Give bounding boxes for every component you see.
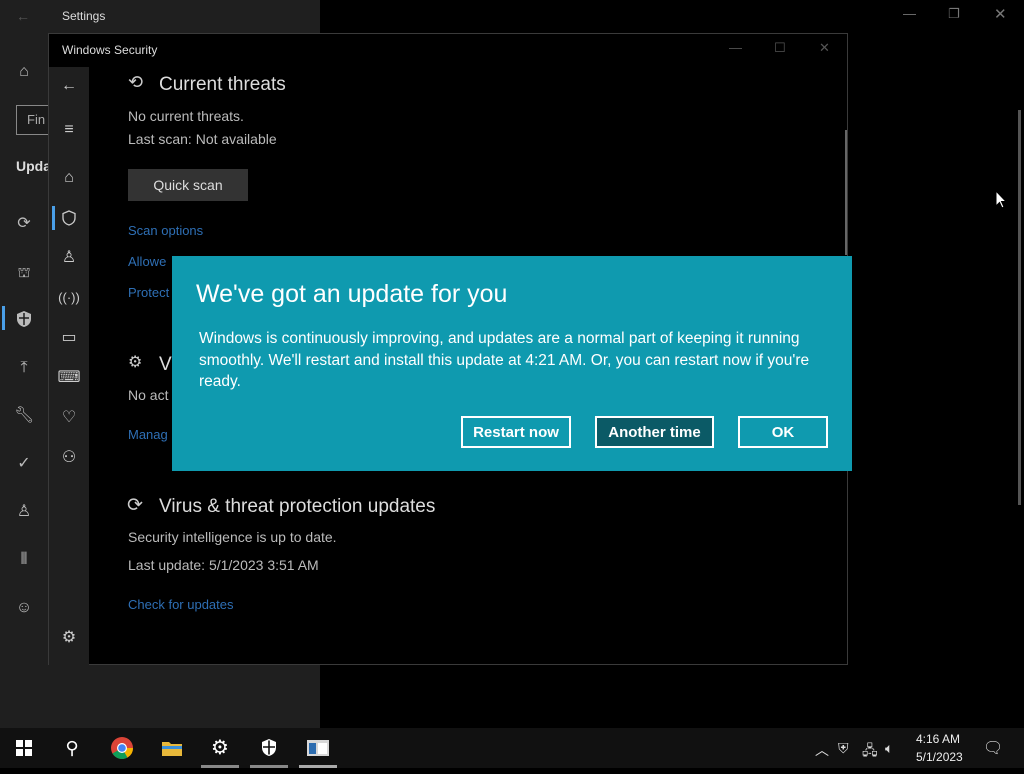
protection-settings-status: No act	[128, 387, 169, 403]
upload-icon[interactable]: ⤒	[14, 358, 34, 378]
last-update: Last update: 5/1/2023 3:51 AM	[128, 557, 319, 573]
cat-icon[interactable]: ☺	[14, 598, 34, 618]
check-for-updates-link[interactable]: Check for updates	[128, 597, 234, 612]
hamburger-menu-icon[interactable]: ≡	[49, 118, 89, 142]
sync-icon[interactable]: ⟳	[14, 214, 34, 234]
allowed-threats-link[interactable]: Allowe	[128, 254, 166, 269]
health-icon[interactable]: ♡	[49, 406, 89, 430]
update-sync-icon: ⟳	[127, 495, 143, 516]
section-label: Upda	[16, 158, 51, 174]
clock-time[interactable]: 4:16 AM	[916, 732, 960, 746]
selected-indicator	[2, 306, 5, 330]
another-time-button[interactable]: Another time	[595, 416, 714, 448]
protection-settings-heading: V	[159, 354, 172, 375]
update-dialog: We've got an update for you Windows is c…	[172, 256, 852, 471]
notification-icon[interactable]: 🗨︎	[983, 738, 1003, 758]
mouse-cursor-icon	[995, 189, 1008, 215]
quick-scan-button[interactable]: Quick scan	[128, 169, 248, 201]
app-window-icon[interactable]	[294, 728, 342, 768]
network-icon[interactable]: 🖧︎	[862, 740, 878, 764]
manage-settings-link[interactable]: Manag	[128, 427, 168, 442]
windows-start-icon[interactable]	[0, 728, 48, 768]
updates-heading: Virus & threat protection updates	[159, 496, 436, 517]
windows-security-icon[interactable]	[245, 728, 293, 768]
home-icon[interactable]: ⌂	[49, 166, 89, 190]
restart-now-button[interactable]: Restart now	[461, 416, 571, 448]
scrollbar[interactable]	[845, 130, 847, 255]
network-icon[interactable]: ((·))	[49, 286, 89, 310]
chevron-up-icon[interactable]: ︿	[815, 740, 829, 760]
taskbar: ⚲ ⚙ ︿ ⛨ 🖧︎ 🔈︎ 4:16 AM 5/1/2023 🗨︎	[0, 728, 1024, 768]
threat-history-icon: ⟲	[128, 72, 144, 92]
scrollbar[interactable]	[1018, 110, 1021, 505]
chrome-icon[interactable]	[98, 728, 146, 768]
restore-icon[interactable]: ❐	[948, 6, 960, 22]
shield-icon[interactable]	[14, 310, 34, 330]
family-icon[interactable]: ⚇	[49, 446, 89, 470]
tools-icon[interactable]: ⫴	[14, 550, 34, 570]
window-title: Windows Security	[62, 43, 158, 57]
threat-status: No current threats.	[128, 108, 244, 124]
gear-icon[interactable]: ⚙	[49, 626, 89, 650]
scan-options-link[interactable]: Scan options	[128, 223, 203, 238]
wrench-icon[interactable]: 🔧︎	[14, 406, 34, 426]
clock-date[interactable]: 5/1/2023	[916, 750, 963, 764]
person-icon[interactable]: ♙	[49, 246, 89, 270]
last-scan: Last scan: Not available	[128, 131, 277, 147]
close-icon[interactable]: ✕	[994, 5, 1007, 23]
settings-gear-icon: ⚙	[128, 354, 143, 371]
search-icon[interactable]: ⚲	[48, 728, 96, 768]
person-icon[interactable]: ♙	[14, 502, 34, 522]
current-threats-heading: Current threats	[159, 74, 286, 95]
shield-icon[interactable]	[49, 206, 89, 230]
delivery-icon[interactable]: ⛫	[14, 262, 34, 282]
close-icon[interactable]: ✕	[819, 40, 830, 56]
back-arrow-icon[interactable]: ←	[49, 74, 89, 98]
dialog-title: We've got an update for you	[196, 280, 508, 308]
file-explorer-icon[interactable]	[148, 728, 196, 768]
check-circle-icon[interactable]: ✓	[14, 454, 34, 474]
home-icon[interactable]: ⌂	[14, 62, 34, 82]
minimize-icon[interactable]: —	[729, 40, 742, 55]
volume-icon[interactable]: 🔈︎	[885, 740, 893, 757]
device-icon[interactable]: ⌨	[49, 366, 89, 390]
maximize-icon[interactable]: ☐	[774, 40, 786, 56]
ok-button[interactable]: OK	[738, 416, 828, 448]
minimize-icon[interactable]: —	[903, 6, 916, 21]
updates-status: Security intelligence is up to date.	[128, 529, 337, 545]
settings-gear-icon[interactable]: ⚙	[196, 728, 244, 768]
protection-history-link[interactable]: Protect	[128, 285, 169, 300]
app-browser-icon[interactable]: ▭	[49, 326, 89, 350]
settings-title: Settings	[62, 9, 106, 23]
security-tray-icon[interactable]: ⛨	[838, 740, 849, 757]
dialog-body: Windows is continuously improving, and u…	[199, 330, 810, 390]
nav-sidebar: ← ≡ ⌂ ♙ ((·)) ▭ ⌨ ♡ ⚇ ⚙	[49, 67, 89, 665]
back-arrow-icon[interactable]: ←	[16, 8, 30, 24]
